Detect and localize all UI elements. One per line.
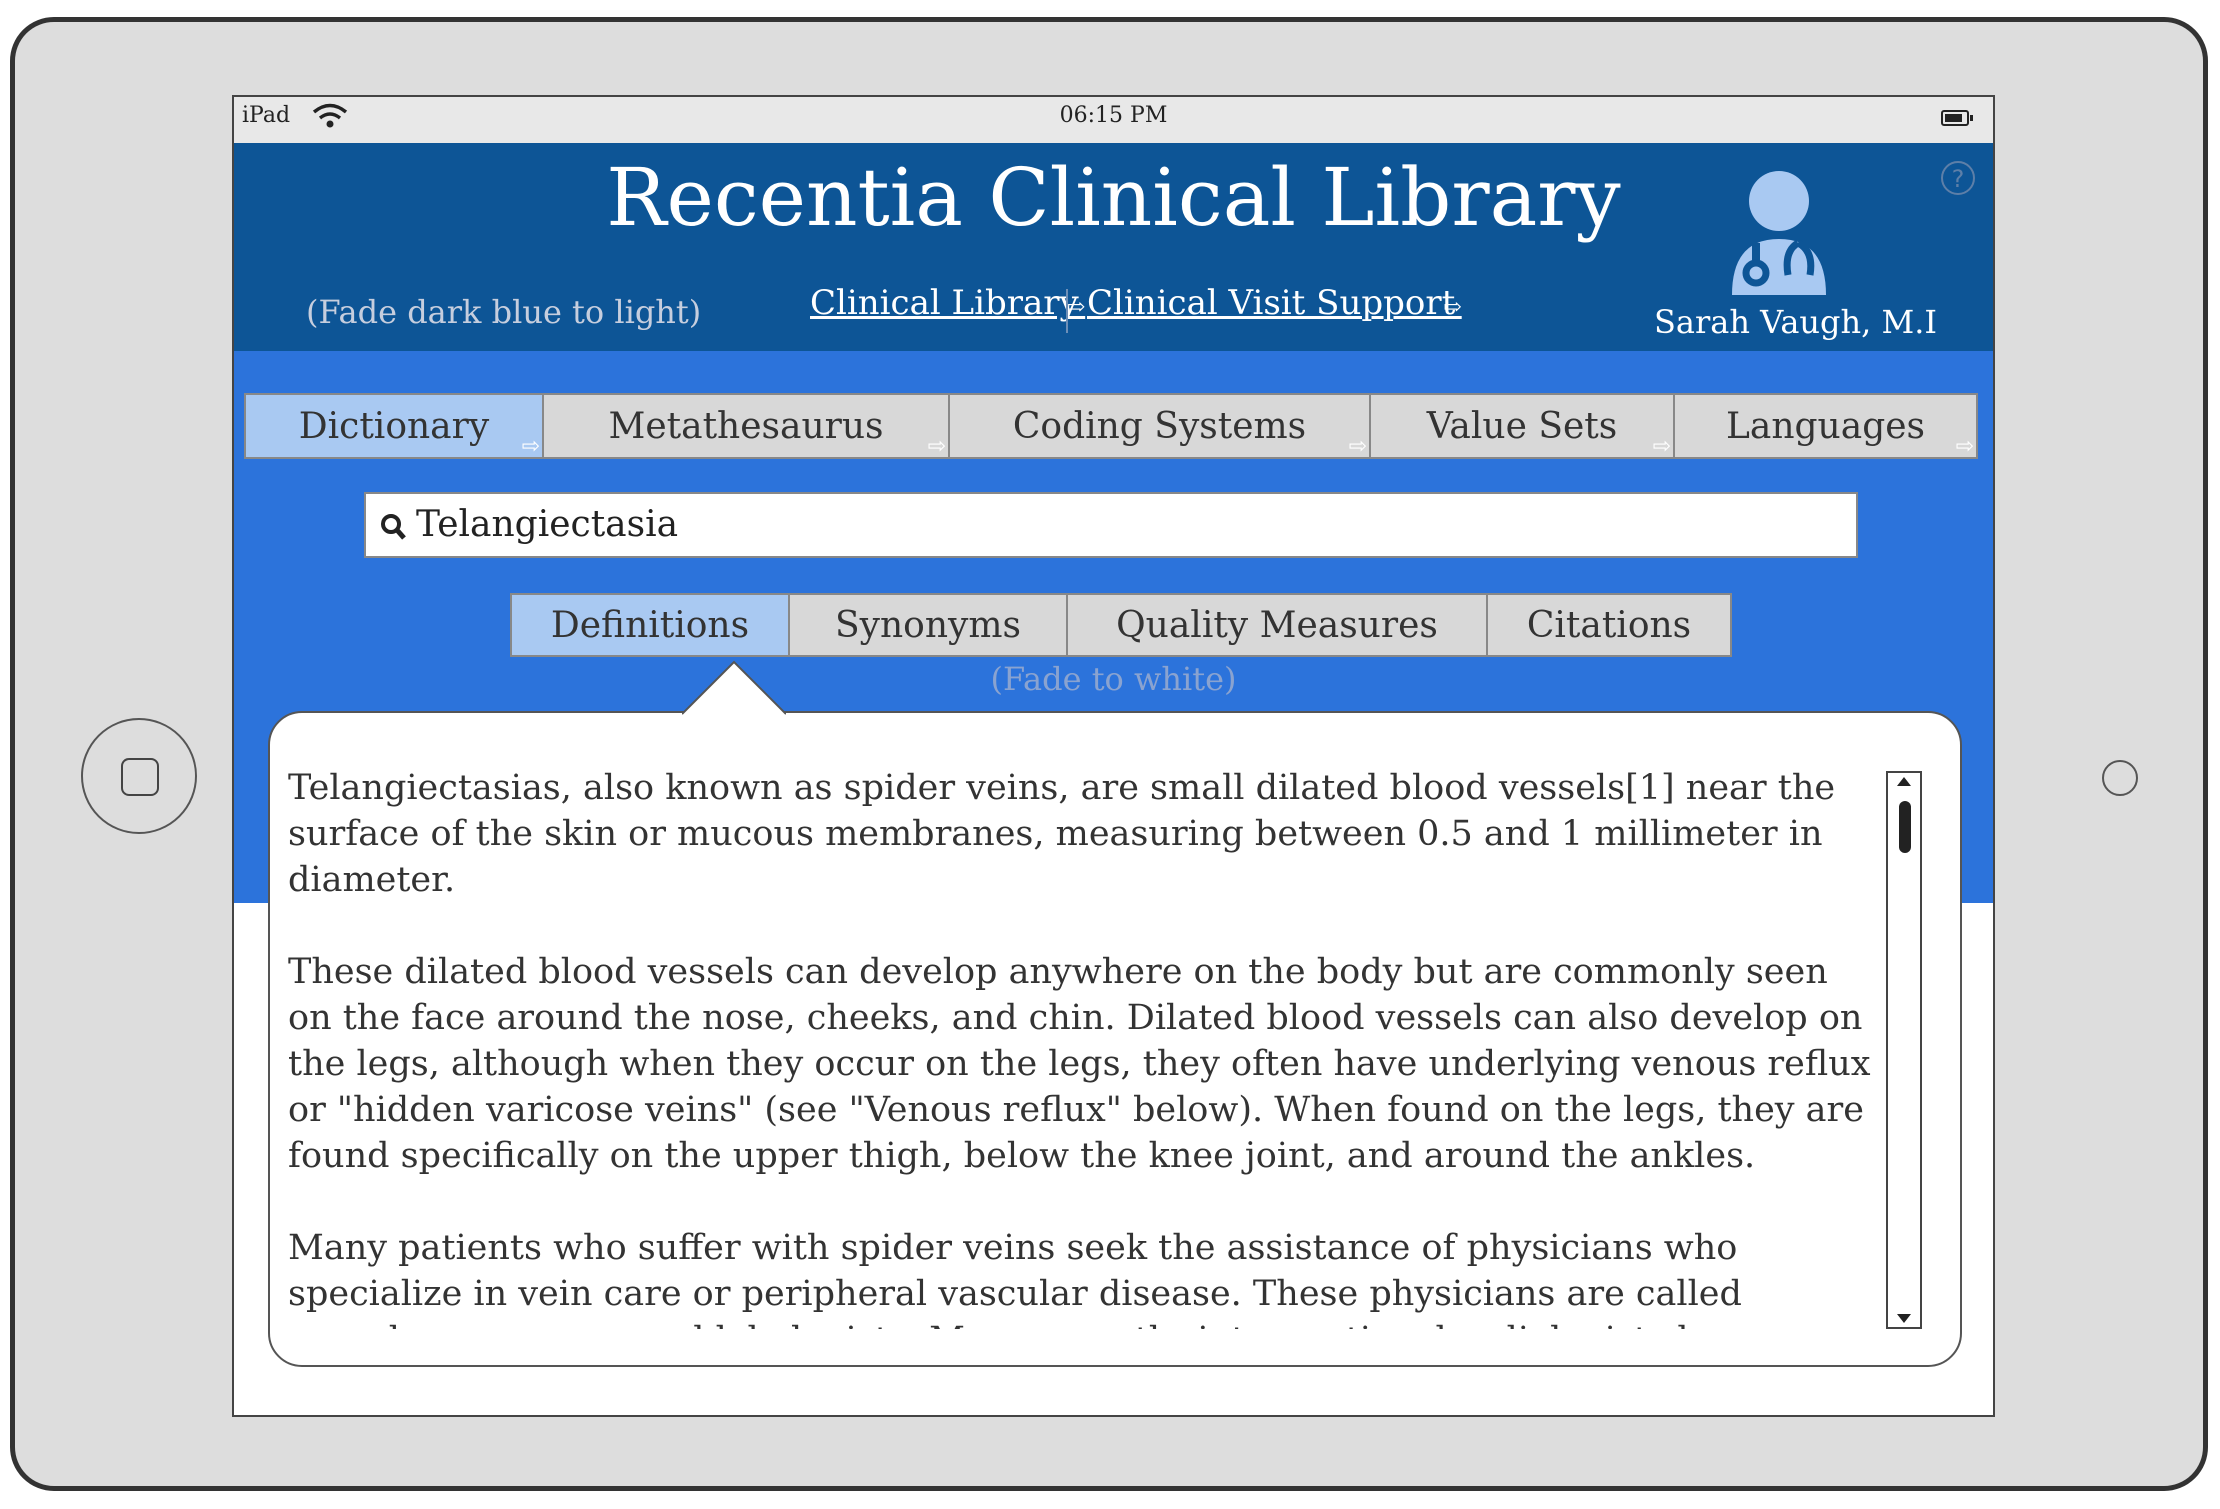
fade-note-white: (Fade to white) (990, 660, 1237, 698)
search-value: Telangiectasia (416, 504, 679, 545)
scroll-up-icon[interactable] (1896, 775, 1912, 787)
tab-coding-systems[interactable]: Coding Systems ⇨ (948, 393, 1371, 459)
sub-tabs: Definitions Synonyms Quality Measures Ci… (510, 593, 1732, 657)
doctor-avatar-icon[interactable] (1714, 167, 1844, 297)
nav-link-clinical-visit-support-label: Clinical Visit Support (1087, 283, 1456, 323)
arrow-right-icon: ⇨ (927, 434, 946, 459)
arrow-right-icon: ⇨ (1652, 434, 1671, 459)
doctor-avatar-svg (1732, 171, 1826, 295)
tab-citations[interactable]: Citations (1486, 593, 1732, 657)
definition-paragraph: Many patients who suffer with spider vei… (288, 1228, 1761, 1329)
scroll-down-icon[interactable] (1896, 1313, 1912, 1325)
search-icon (380, 512, 408, 546)
tab-label: Definitions (550, 604, 750, 646)
status-bar: iPad 06:15 PM (234, 97, 1993, 144)
home-button[interactable] (81, 718, 197, 834)
scroll-thumb[interactable] (1899, 801, 1911, 853)
tab-languages[interactable]: Languages ⇨ (1673, 393, 1978, 459)
nav-link-clinical-library-label: Clinical Library (810, 283, 1079, 323)
tab-label: Metathesaurus (608, 405, 884, 447)
search-input[interactable]: Telangiectasia (364, 492, 1858, 558)
scrollbar[interactable] (1886, 771, 1922, 1329)
tab-synonyms[interactable]: Synonyms (788, 593, 1068, 657)
tab-label: Languages (1725, 405, 1926, 447)
definition-paragraph: These dilated blood vessels can develop … (288, 952, 1871, 1176)
nav-separator (1066, 289, 1068, 333)
tab-label: Dictionary (298, 405, 490, 447)
tab-label: Quality Measures (1116, 604, 1438, 646)
nav-link-clinical-library[interactable]: Clinical Library⇨ (810, 283, 1085, 323)
status-time: 06:15 PM (1059, 103, 1168, 128)
tab-dictionary[interactable]: Dictionary ⇨ (244, 393, 544, 459)
camera-icon (2102, 760, 2138, 796)
tab-metathesaurus[interactable]: Metathesaurus ⇨ (542, 393, 950, 459)
definition-text[interactable]: Telangiectasias, also known as spider ve… (288, 765, 1878, 1329)
user-name[interactable]: Sarah Vaugh, M.I (1654, 303, 1937, 341)
link-cursor-icon: ⇨ (1443, 295, 1462, 320)
tab-label: Synonyms (835, 604, 1021, 646)
tab-label: Citations (1526, 604, 1692, 646)
link-cursor-icon: ⇨ (1066, 295, 1086, 320)
tab-definitions[interactable]: Definitions (510, 593, 790, 657)
screen: iPad 06:15 PM Recentia Clinical Library … (232, 95, 1995, 1417)
battery-icon (1941, 110, 1973, 126)
app-header: Recentia Clinical Library (Fade dark blu… (234, 143, 1993, 353)
main-tabs: Dictionary ⇨ Metathesaurus ⇨ Coding System… (244, 393, 1982, 459)
tab-label: Coding Systems (1012, 405, 1307, 447)
arrow-right-icon: ⇨ (521, 434, 540, 459)
nav-link-clinical-visit-support[interactable]: Clinical Visit Support⇨ (1087, 283, 1462, 323)
search-icon-svg (381, 514, 406, 540)
tab-quality-measures[interactable]: Quality Measures (1066, 593, 1488, 657)
tab-value-sets[interactable]: Value Sets ⇨ (1369, 393, 1675, 459)
help-icon[interactable]: ? (1941, 161, 1975, 195)
arrow-right-icon: ⇨ (1955, 434, 1974, 459)
fade-note: (Fade dark blue to light) (306, 293, 702, 331)
home-button-square (121, 758, 159, 796)
arrow-right-icon: ⇨ (1348, 434, 1367, 459)
tab-label: Value Sets (1426, 405, 1618, 447)
callout-pointer (682, 660, 786, 715)
definition-paragraph: Telangiectasias, also known as spider ve… (288, 768, 1836, 900)
